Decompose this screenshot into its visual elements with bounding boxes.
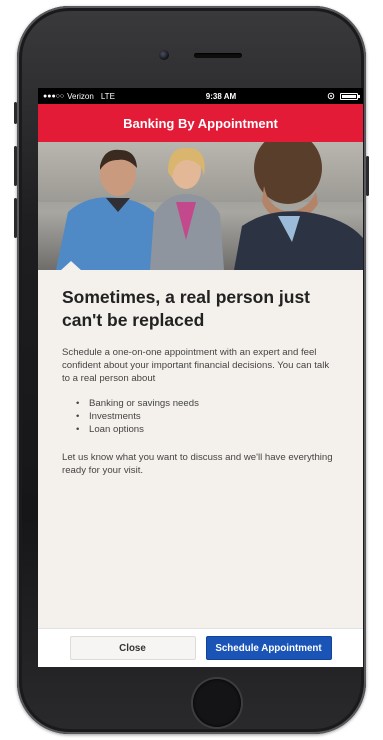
topics-list: Banking or savings needs Investments Loa… — [62, 397, 339, 436]
main-content: Sometimes, a real person just can't be r… — [38, 270, 363, 477]
closing-paragraph: Let us know what you want to discuss and… — [62, 452, 333, 476]
advisors-meeting-photo — [56, 142, 363, 270]
signal-strength-icon: ●●●○○ — [43, 92, 65, 100]
mute-switch — [14, 102, 17, 124]
image-pointer-notch — [60, 261, 82, 270]
status-time: 9:38 AM — [205, 91, 237, 101]
schedule-appointment-button[interactable]: Schedule Appointment — [205, 636, 332, 660]
page-title: Banking By Appointment — [123, 115, 278, 131]
hero-image — [38, 142, 363, 270]
footer-actions: Close Schedule Appointment — [38, 628, 363, 667]
list-item: Investments — [76, 410, 339, 423]
home-button-icon[interactable] — [193, 679, 241, 727]
camera-icon — [159, 50, 169, 60]
battery-icon — [339, 92, 360, 100]
power-button — [366, 156, 369, 196]
headline: Sometimes, a real person just can't be r… — [62, 287, 311, 330]
status-bar: ●●●○○ Verizon LTE 9:38 AM — [38, 88, 363, 104]
app-screen: ●●●○○ Verizon LTE 9:38 AM Banking By App… — [38, 88, 363, 667]
volume-down-button — [14, 198, 17, 238]
list-item: Banking or savings needs — [76, 397, 339, 410]
carrier-label: Verizon — [67, 91, 94, 101]
close-button[interactable]: Close — [69, 636, 196, 660]
network-label: LTE — [100, 91, 115, 101]
wifi-signal-icon — [327, 92, 335, 100]
intro-paragraph: Schedule a one-on-one appointment with a… — [62, 347, 330, 384]
nav-bar: Banking By Appointment — [38, 104, 363, 142]
list-item: Loan options — [76, 423, 339, 436]
speaker-grille — [194, 53, 242, 58]
volume-up-button — [14, 146, 17, 186]
